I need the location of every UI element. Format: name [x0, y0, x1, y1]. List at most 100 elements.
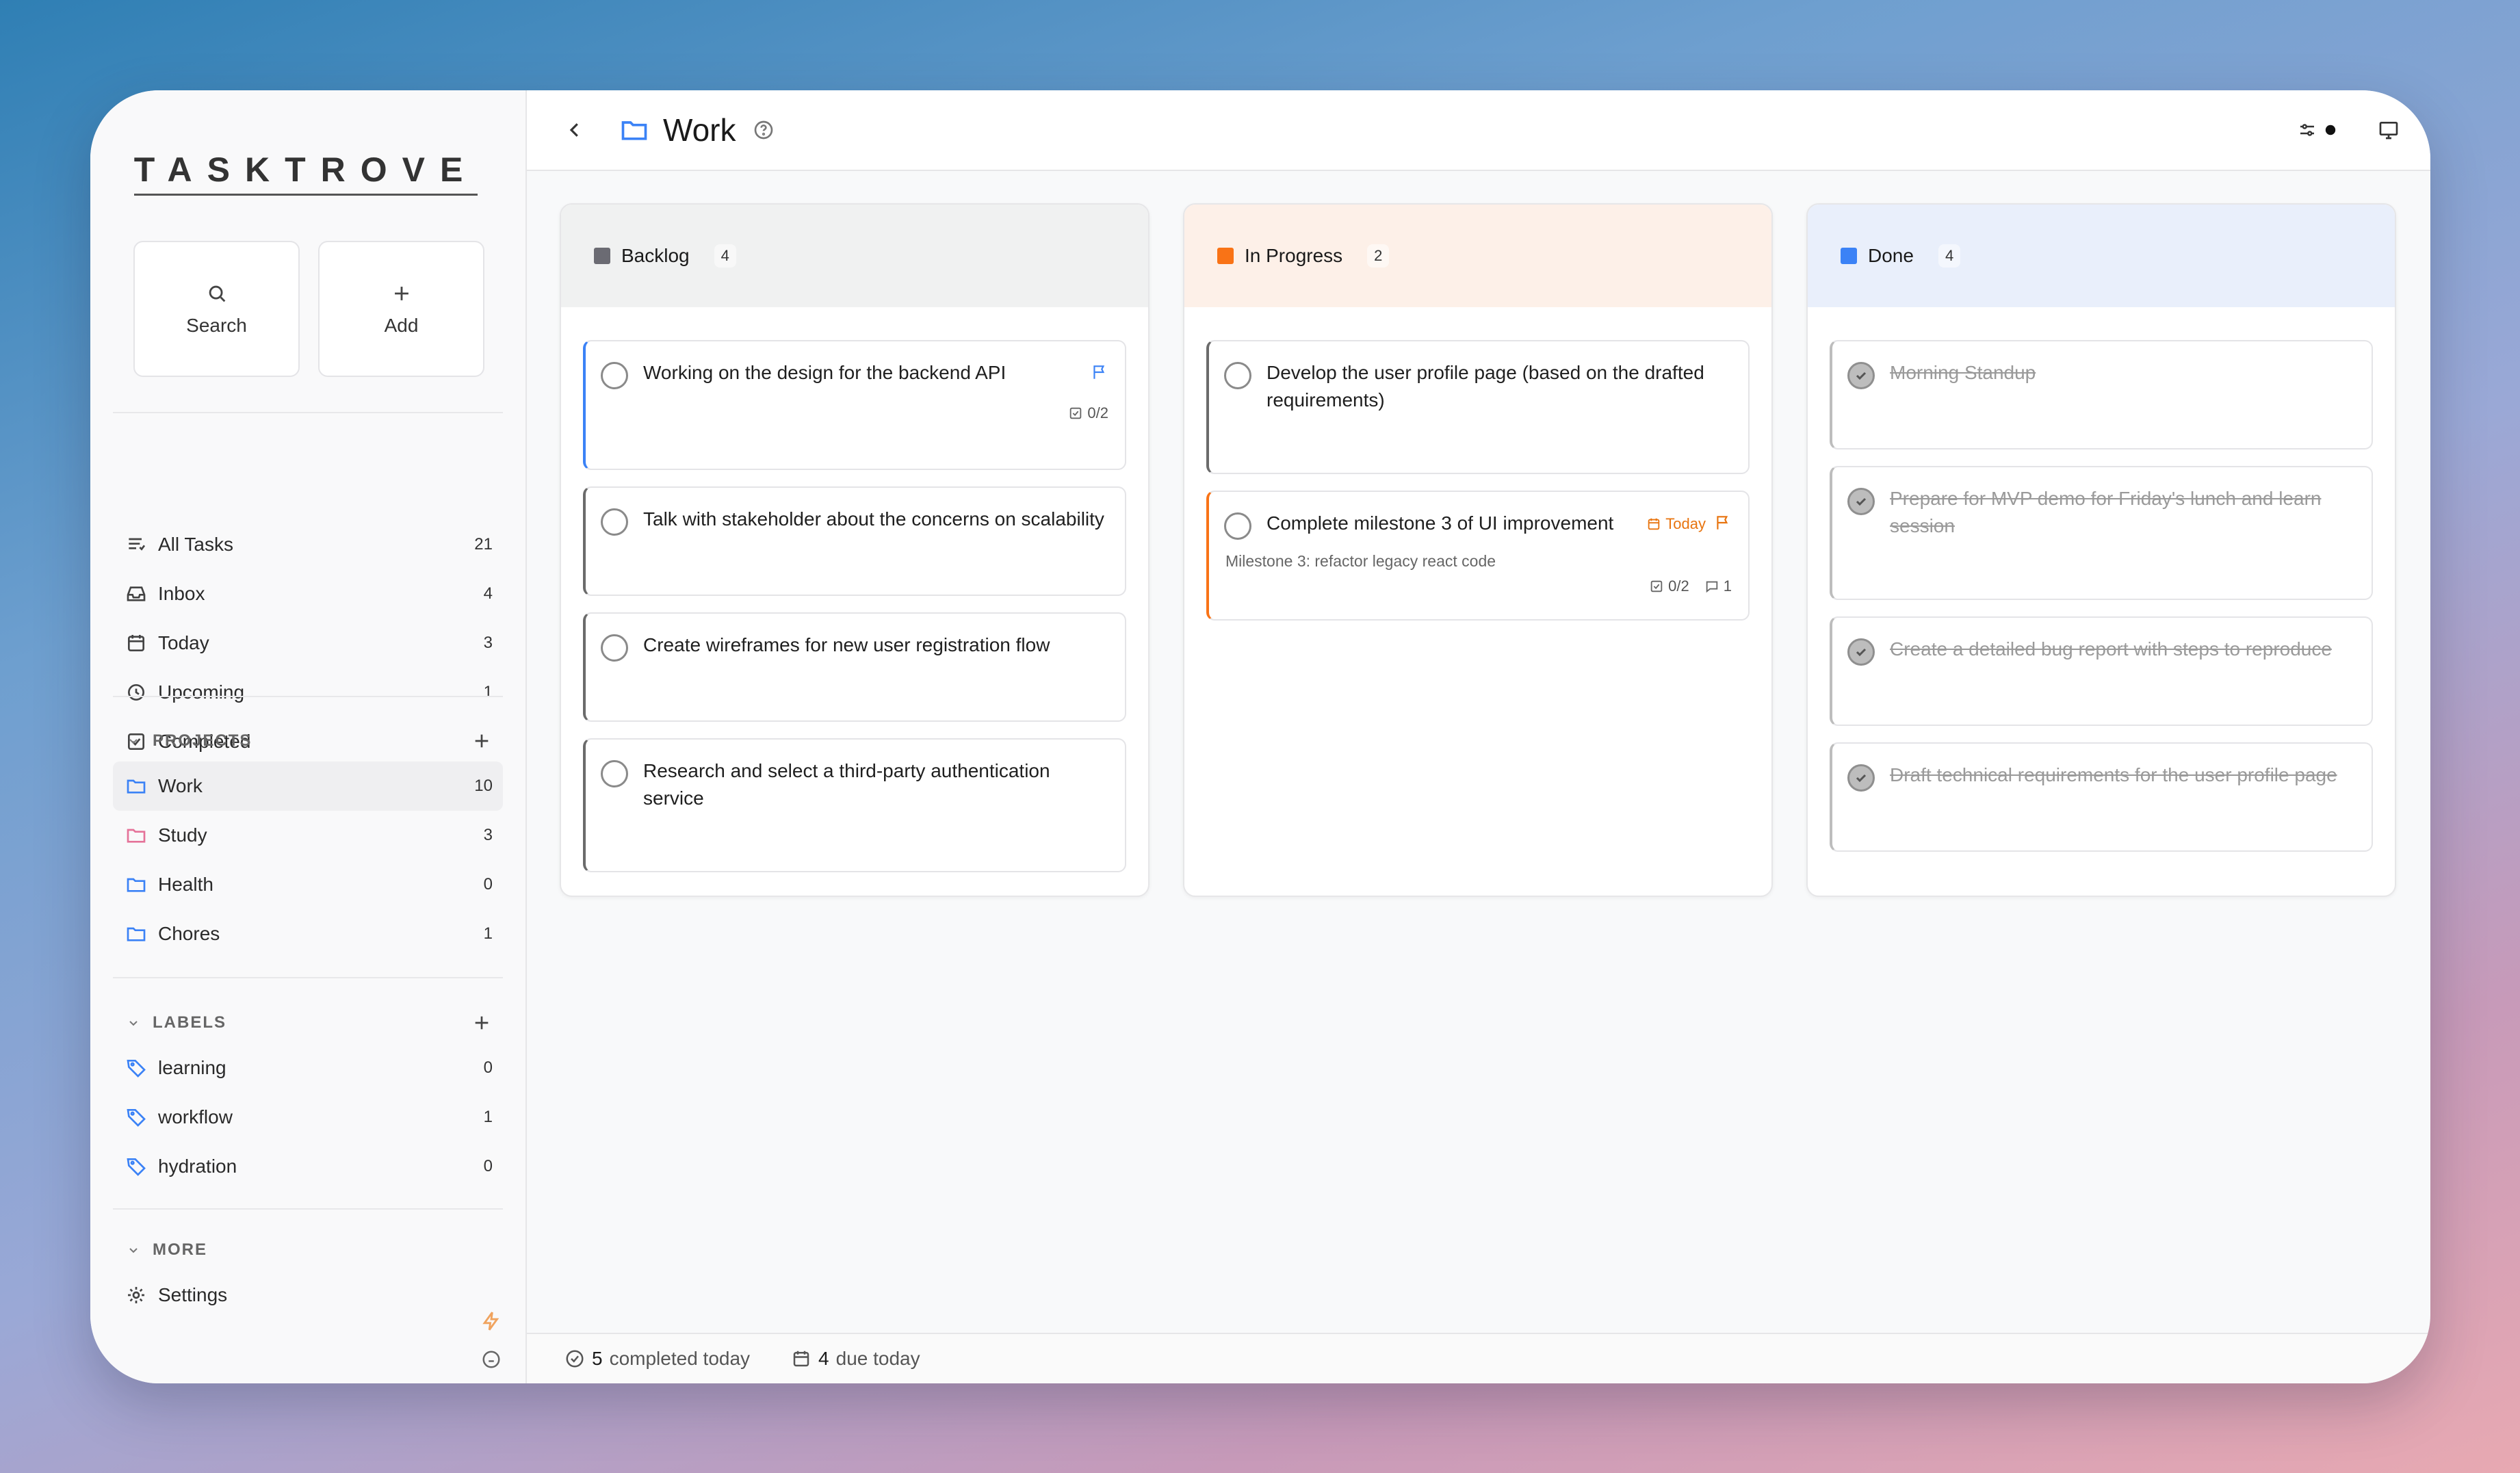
task-title: Talk with stakeholder about the concerns… — [643, 508, 1104, 530]
task-card[interactable]: Draft technical requirements for the use… — [1830, 742, 2373, 852]
task-checkbox[interactable] — [601, 362, 628, 389]
sidebar-item-settings[interactable]: Settings — [113, 1270, 503, 1320]
sidebar-item-label-hydration[interactable]: hydration 0 — [113, 1142, 503, 1191]
due-count: 4 — [818, 1348, 829, 1369]
sidebar-item-inbox[interactable]: Inbox 4 — [113, 569, 503, 618]
check-icon — [1856, 497, 1867, 506]
labels-header-label: LABELS — [153, 1013, 226, 1032]
sidebar-item-label: learning — [158, 1057, 226, 1078]
sidebar-item-project-health[interactable]: Health 0 — [113, 860, 503, 909]
completed-checkbox[interactable] — [1847, 638, 1875, 666]
task-title: Morning Standup — [1890, 362, 2036, 383]
lightning-icon[interactable] — [480, 1309, 503, 1333]
column-count-badge: 2 — [1367, 244, 1390, 268]
task-card[interactable]: Complete milestone 3 of UI improvement T… — [1206, 491, 1750, 621]
calendar-icon — [793, 1351, 809, 1367]
task-checkbox[interactable] — [1224, 512, 1251, 540]
subtask-count: 0/2 — [1087, 404, 1108, 421]
labels-header[interactable]: LABELS — [113, 1002, 503, 1043]
due-label: due today — [835, 1348, 920, 1369]
sidebar-footer — [480, 1309, 503, 1370]
sidebar-item-label-learning[interactable]: learning 0 — [113, 1043, 503, 1093]
chevron-left-icon[interactable] — [564, 120, 585, 140]
due-today-status[interactable]: 4 due today — [791, 1348, 920, 1370]
sidebar-item-upcoming[interactable]: Upcoming 1 — [113, 668, 503, 717]
flag-icon[interactable] — [1714, 514, 1732, 532]
column-title: In Progress — [1245, 245, 1343, 266]
tag-icon — [127, 1158, 146, 1176]
due-date-badge[interactable]: Today — [1646, 515, 1706, 533]
task-checkbox[interactable] — [1224, 362, 1251, 389]
flag-icon[interactable] — [1091, 363, 1108, 381]
task-card[interactable]: Develop the user profile page (based on … — [1206, 340, 1750, 474]
search-icon — [209, 285, 225, 302]
column-color-swatch — [594, 248, 610, 264]
task-card[interactable]: Morning Standup — [1830, 340, 2373, 449]
sidebar-item-today[interactable]: Today 3 — [113, 618, 503, 668]
sidebar-item-label: Study — [158, 824, 207, 846]
completed-today-status[interactable]: 5 completed today — [564, 1348, 750, 1370]
task-checkbox[interactable] — [601, 508, 628, 536]
column-in-progress: In Progress 2 Develop the user profile p… — [1183, 203, 1773, 897]
sidebar-item-label-workflow[interactable]: workflow 1 — [113, 1093, 503, 1142]
folder-icon — [127, 878, 146, 892]
task-title: Draft technical requirements for the use… — [1890, 764, 2337, 785]
sidebar-item-label: Inbox — [158, 583, 205, 604]
projects-header[interactable]: PROJECTS — [113, 720, 503, 761]
column-header[interactable]: In Progress 2 — [1184, 205, 1771, 307]
add-label-icon[interactable] — [471, 1012, 493, 1034]
help-icon[interactable] — [753, 119, 775, 141]
search-button-label: Search — [186, 314, 247, 336]
task-title: Create a detailed bug report with steps … — [1890, 638, 2332, 660]
sidebar-item-label: Health — [158, 874, 213, 895]
monitor-icon[interactable] — [2378, 119, 2400, 141]
sidebar-item-count: 10 — [474, 777, 493, 795]
sidebar-item-project-work[interactable]: Work 10 — [113, 761, 503, 811]
sidebar-item-count: 4 — [483, 584, 493, 603]
sidebar-item-project-chores[interactable]: Chores 1 — [113, 909, 503, 959]
column-header[interactable]: Backlog 4 — [561, 205, 1148, 307]
task-card[interactable]: Working on the design for the backend AP… — [583, 340, 1126, 470]
sidebar-item-count: 1 — [483, 683, 493, 701]
task-meta: 0/2 — [601, 404, 1108, 422]
task-card[interactable]: Research and select a third-party authen… — [583, 738, 1126, 872]
sidebar-item-label: Chores — [158, 923, 220, 944]
view-options-button[interactable] — [2297, 120, 2337, 140]
folder-icon — [127, 829, 146, 843]
sidebar-item-label: Today — [158, 632, 209, 653]
sidebar-item-all-tasks[interactable]: All Tasks 21 — [113, 520, 503, 569]
completed-checkbox[interactable] — [1847, 362, 1875, 389]
task-checkbox[interactable] — [601, 760, 628, 787]
task-title: Research and select a third-party authen… — [643, 760, 1050, 809]
sidebar-item-label: Work — [158, 775, 203, 796]
subtask-counter: 0/2 — [1068, 404, 1108, 422]
task-card[interactable]: Create a detailed bug report with steps … — [1830, 616, 2373, 726]
add-project-icon[interactable] — [471, 730, 493, 752]
sidebar-item-count: 1 — [483, 1108, 493, 1126]
gear-icon — [128, 1287, 144, 1303]
task-card[interactable]: Create wireframes for new user registrat… — [583, 612, 1126, 722]
completed-checkbox[interactable] — [1847, 764, 1875, 792]
smile-icon[interactable] — [481, 1349, 502, 1370]
search-button[interactable]: Search — [133, 241, 300, 377]
task-checkbox[interactable] — [601, 634, 628, 662]
sidebar: TASKTROVE Search Add All Tasks 21 Inbox … — [90, 90, 527, 1383]
column-header[interactable]: Done 4 — [1808, 205, 2395, 307]
more-header[interactable]: MORE — [113, 1229, 503, 1270]
column-done: Done 4 Morning Standup Prepare for MVP d… — [1806, 203, 2396, 897]
task-card[interactable]: Prepare for MVP demo for Friday's lunch … — [1830, 466, 2373, 600]
sidebar-item-project-study[interactable]: Study 3 — [113, 811, 503, 860]
page-title: Work — [663, 112, 736, 148]
column-color-swatch — [1217, 248, 1234, 264]
task-card[interactable]: Talk with stakeholder about the concerns… — [583, 486, 1126, 596]
quick-actions: Search Add — [133, 241, 484, 377]
app-logo[interactable]: TASKTROVE — [133, 128, 478, 217]
sidebar-divider — [113, 696, 503, 697]
completed-checkbox[interactable] — [1847, 488, 1875, 515]
sliders-icon — [2300, 124, 2314, 136]
add-button[interactable]: Add — [318, 241, 484, 377]
check-square-icon — [1070, 407, 1082, 419]
projects-header-label: PROJECTS — [153, 731, 252, 750]
sidebar-item-count: 3 — [483, 634, 493, 652]
sidebar-item-label: Settings — [158, 1284, 228, 1305]
